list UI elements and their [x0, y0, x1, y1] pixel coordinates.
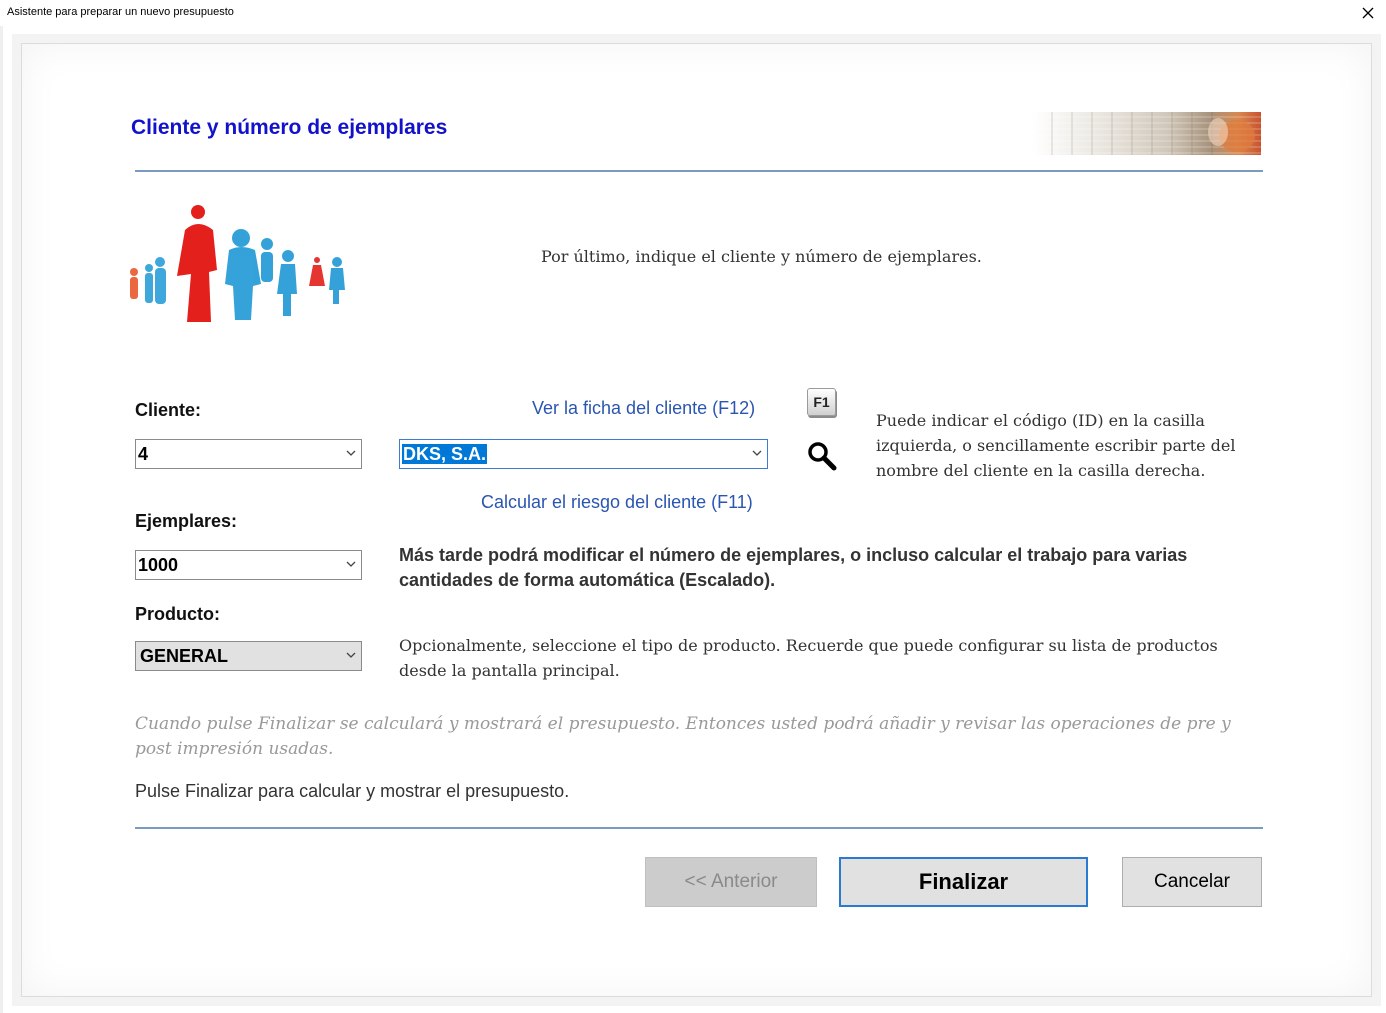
- client-label: Cliente:: [135, 400, 202, 420]
- chevron-down-icon: [752, 450, 762, 456]
- search-icon[interactable]: [806, 440, 838, 472]
- close-icon: [1362, 7, 1374, 19]
- chevron-down-icon: [346, 450, 356, 456]
- client-risk-link[interactable]: Calcular el riesgo del cliente (F11): [481, 492, 753, 513]
- client-id-value: 4: [138, 444, 149, 464]
- copies-note: Más tarde podrá modificar el número de e…: [399, 545, 1188, 590]
- client-name-selection: DKS, S.A.: [402, 444, 488, 464]
- finish-button[interactable]: Finalizar: [839, 857, 1088, 907]
- f1-help-key[interactable]: F1: [807, 388, 836, 416]
- client-id-combo[interactable]: 4: [135, 439, 362, 469]
- chevron-down-icon: [346, 652, 356, 658]
- close-button[interactable]: [1356, 2, 1380, 24]
- copies-value: 1000: [138, 555, 179, 575]
- people-illustration: [130, 205, 345, 322]
- product-value: GENERAL: [140, 646, 229, 666]
- copies-label: Ejemplares:: [135, 511, 238, 531]
- client-help-text: Puede indicar el código (ID) en la casil…: [876, 411, 1236, 480]
- copies-combo[interactable]: 1000: [135, 550, 362, 580]
- banner-image: [1032, 112, 1261, 155]
- previous-button[interactable]: << Anterior: [645, 857, 817, 907]
- bottom-divider: [135, 827, 1263, 829]
- intro-text: Por último, indique el cliente y número …: [541, 247, 982, 266]
- title-bar: Asistente para preparar un nuevo presupu…: [0, 0, 1386, 26]
- top-divider: [135, 170, 1263, 172]
- view-client-link[interactable]: Ver la ficha del cliente (F12): [532, 398, 755, 419]
- client-name-combo[interactable]: DKS, S.A.: [399, 439, 768, 469]
- product-combo[interactable]: GENERAL: [135, 641, 362, 671]
- client-name-value: DKS, S.A.: [402, 444, 488, 465]
- cancel-button[interactable]: Cancelar: [1122, 857, 1262, 907]
- finish-instruction: Pulse Finalizar para calcular y mostrar …: [135, 781, 570, 801]
- product-note: Opcionalmente, seleccione el tipo de pro…: [399, 636, 1218, 680]
- window-edge: [0, 26, 3, 1013]
- finish-info-note: Cuando pulse Finalizar se calculará y mo…: [135, 714, 1231, 759]
- product-label: Producto:: [135, 604, 220, 624]
- window-title: Asistente para preparar un nuevo presupu…: [7, 6, 234, 18]
- page-title: Cliente y número de ejemplares: [131, 116, 448, 139]
- chevron-down-icon: [346, 561, 356, 567]
